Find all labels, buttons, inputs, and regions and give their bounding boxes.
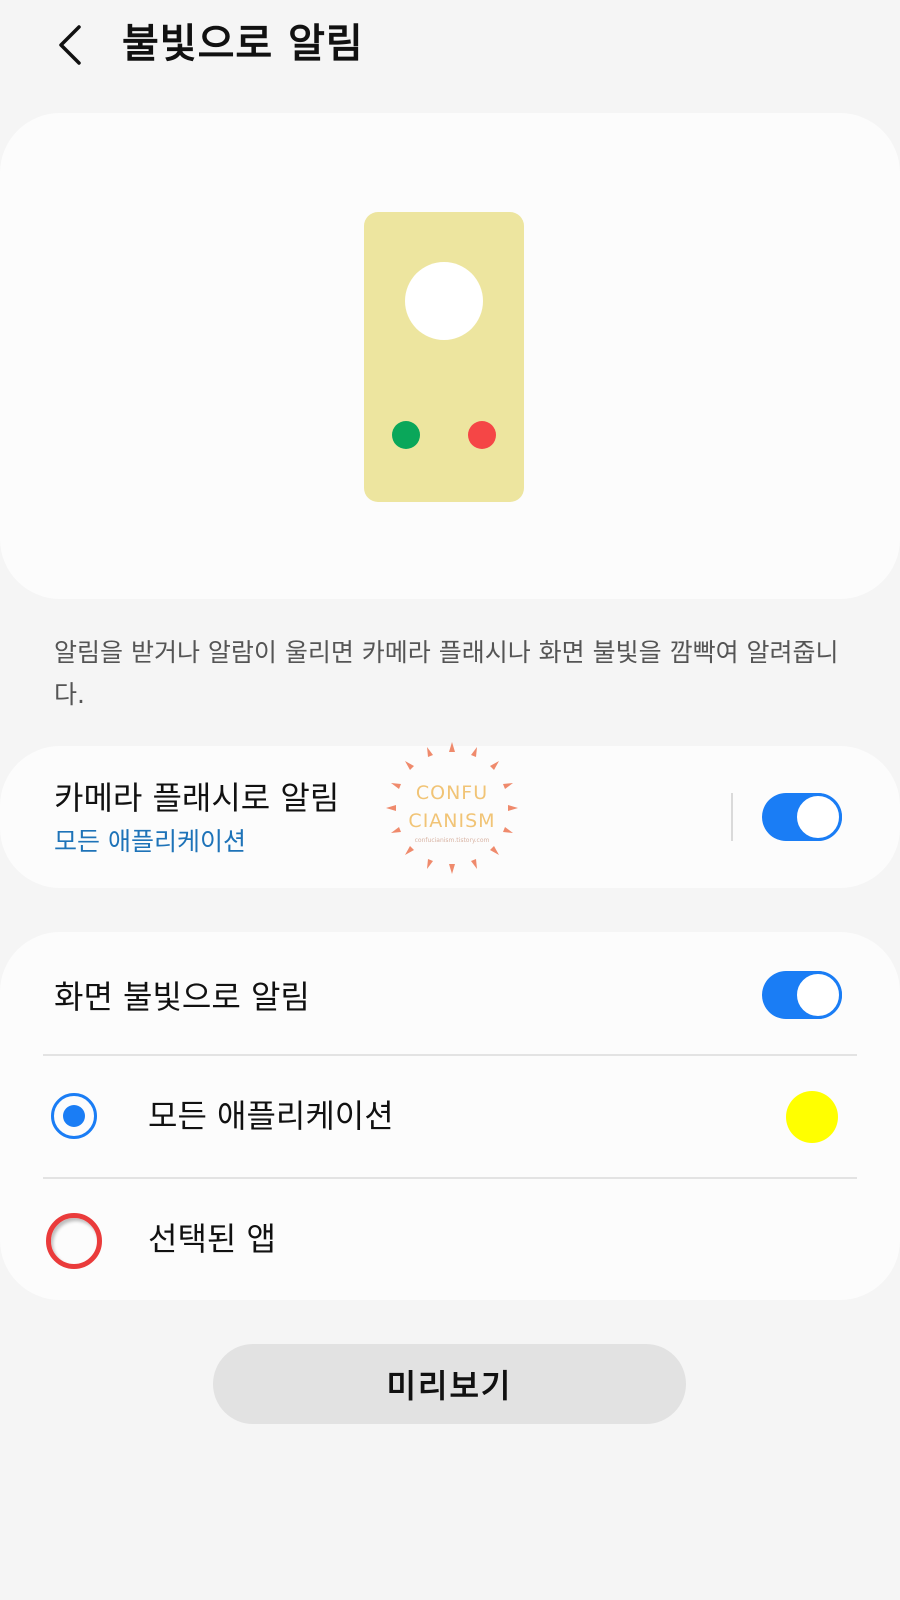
page-title: 불빛으로 알림 [122,21,364,67]
vertical-divider [731,793,733,841]
watermark-line-1: CONFU [415,782,489,804]
screen-flash-title: 화면 불빛으로 알림 [54,978,310,1016]
illustration-card [0,113,900,599]
radio-selected-icon[interactable] [51,1093,97,1139]
camera-flash-title: 카메라 플래시로 알림 [54,779,340,817]
toggle-knob [794,971,842,1019]
phone-illustration [364,212,524,502]
option-label: 모든 애플리케이션 [148,1097,394,1135]
red-dot-icon [468,421,496,449]
sunburst-icon [386,742,518,874]
preview-button[interactable]: 미리보기 [213,1344,686,1424]
flash-color-swatch[interactable] [786,1091,838,1143]
toggle-knob [794,793,842,841]
feature-description: 알림을 받거나 알람이 울리면 카메라 플래시나 화면 불빛을 깜빡여 알려줍니… [54,638,839,709]
screen-flash-toggle[interactable] [762,971,842,1019]
screen-flash-card: 화면 불빛으로 알림 모든 애플리케이션 선택된 앱 [0,932,900,1300]
camera-flash-subtitle[interactable]: 모든 애플리케이션 [54,824,246,860]
app-header: 불빛으로 알림 [0,0,900,90]
green-dot-icon [392,421,420,449]
option-all-apps[interactable]: 모든 애플리케이션 [0,1056,900,1176]
watermark-stamp: CONFU CIANISM confucianism.tistory.com [384,740,520,876]
watermark-line-2: CIANISM [408,810,496,832]
back-button[interactable] [48,18,92,72]
chevron-left-icon [59,25,81,65]
preview-button-label: 미리보기 [386,1367,513,1405]
option-selected-apps[interactable]: 선택된 앱 [0,1179,900,1299]
camera-flash-toggle[interactable] [762,793,842,841]
option-label: 선택된 앱 [148,1220,276,1258]
watermark-line-3: confucianism.tistory.com [414,837,490,844]
radio-unselected-icon[interactable] [46,1213,102,1269]
camera-lens-icon [405,262,483,340]
